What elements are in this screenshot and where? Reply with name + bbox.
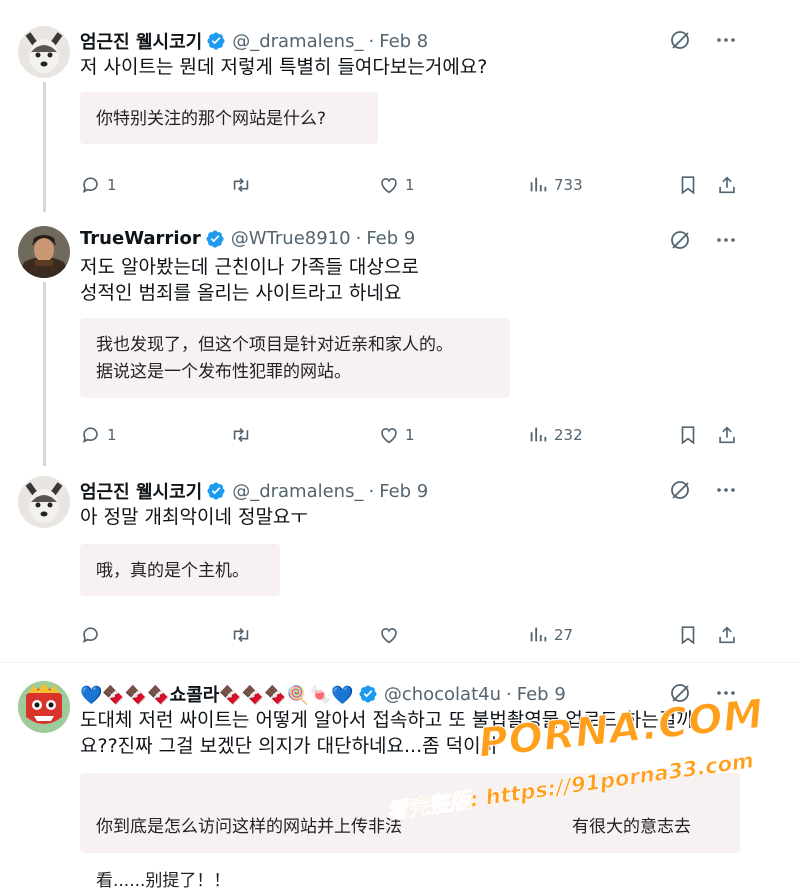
tweet-text: 저 사이트는 뭔데 저렇게 특별히 들여다보는거에요?: [80, 56, 488, 78]
reply-count: 1: [107, 176, 117, 194]
tweet[interactable]: TrueWarrior @WTrue8910 · Feb 9 저도 알아봤는데 …: [0, 208, 800, 466]
translation-line-2: 看......别提了！！: [96, 871, 231, 891]
avatar[interactable]: [18, 681, 70, 733]
views-button[interactable]: 733: [527, 174, 583, 196]
verified-badge-icon: [205, 229, 225, 249]
separator: ·: [368, 30, 375, 52]
user-handle[interactable]: @chocolat4u: [384, 684, 501, 705]
like-count: 1: [405, 176, 415, 194]
translation-box: 哦，真的是个主机。: [80, 544, 280, 596]
more-options-icon[interactable]: [714, 228, 738, 252]
tweet-actions: 1 1 733: [80, 174, 740, 198]
tweet-date[interactable]: Feb 9: [366, 228, 415, 249]
view-count: 232: [554, 426, 583, 444]
like-count: 1: [405, 426, 415, 444]
verified-badge-icon: [206, 31, 226, 51]
verified-badge-icon: [206, 481, 226, 501]
tweet-header: 엄근진 웰시코기 @_dramalens_ · Feb 8: [80, 28, 428, 54]
bookmark-button[interactable]: [677, 424, 699, 446]
share-button[interactable]: [716, 624, 738, 646]
tweet-actions: 27: [80, 624, 740, 648]
translation-line-1: 你到底是怎么访问这样的网站并上传非法: [96, 817, 402, 837]
reply-button[interactable]: [80, 624, 107, 646]
reply-count: 1: [107, 426, 117, 444]
tweet-date[interactable]: Feb 8: [379, 31, 428, 52]
display-name[interactable]: 💙🍫🍫🍫쇼콜라🍫🍫🍫🍭🍬💙: [80, 681, 354, 707]
grok-icon[interactable]: [668, 228, 692, 252]
avatar[interactable]: [18, 226, 70, 278]
like-button[interactable]: 1: [378, 424, 415, 446]
user-handle[interactable]: @_dramalens_: [232, 31, 363, 52]
translation-box: 我也发现了，但这个项目是针对近亲和家人的。 据说这是一个发布性犯罪的网站。: [80, 318, 510, 398]
bookmark-button[interactable]: [677, 174, 699, 196]
avatar[interactable]: [18, 476, 70, 528]
user-handle[interactable]: @WTrue8910: [231, 228, 351, 249]
translation-box: 你特别关注的那个网站是什么?: [80, 92, 378, 144]
avatar[interactable]: [18, 26, 70, 78]
tweet-date[interactable]: Feb 9: [379, 481, 428, 502]
tweet[interactable]: 엄근진 웰시코기 @_dramalens_ · Feb 9 아 정말 개최악이네…: [0, 458, 800, 660]
reply-button[interactable]: 1: [80, 174, 117, 196]
tweet-text: 저도 알아봤는데 근친이나 가족들 대상으로 성적인 범죄를 올리는 사이트라고…: [80, 256, 419, 304]
grok-icon[interactable]: [668, 478, 692, 502]
views-button[interactable]: 27: [527, 624, 573, 646]
share-button[interactable]: [716, 174, 738, 196]
translation-line-1-end: 有很大的意志去: [572, 817, 691, 837]
retweet-button[interactable]: [230, 624, 257, 646]
tweet-actions: 1 1 232: [80, 424, 740, 448]
like-button[interactable]: 1: [378, 174, 415, 196]
display-name[interactable]: 엄근진 웰시코기: [80, 28, 202, 54]
thread-line: [43, 282, 46, 466]
retweet-button[interactable]: [230, 424, 257, 446]
more-options-icon[interactable]: [714, 478, 738, 502]
tweet-header: 💙🍫🍫🍫쇼콜라🍫🍫🍫🍭🍬💙 @chocolat4u · Feb 9: [80, 681, 566, 707]
grok-icon[interactable]: [668, 28, 692, 52]
reply-button[interactable]: 1: [80, 424, 117, 446]
tweet-text: 아 정말 개최악이네 정말요ㅜ: [80, 506, 308, 528]
tweet-date[interactable]: Feb 9: [517, 684, 566, 705]
user-handle[interactable]: @_dramalens_: [232, 481, 363, 502]
separator: ·: [368, 480, 375, 502]
bookmark-button[interactable]: [677, 624, 699, 646]
share-button[interactable]: [716, 424, 738, 446]
view-count: 733: [554, 176, 583, 194]
like-button[interactable]: [378, 624, 405, 646]
more-options-icon[interactable]: [714, 28, 738, 52]
display-name[interactable]: 엄근진 웰시코기: [80, 478, 202, 504]
retweet-button[interactable]: [230, 174, 257, 196]
view-count: 27: [554, 626, 574, 644]
separator: ·: [506, 683, 512, 705]
separator: ·: [355, 228, 362, 249]
thread-line: [43, 82, 46, 212]
tweet[interactable]: 엄근진 웰시코기 @_dramalens_ · Feb 8 저 사이트는 뭔데 …: [0, 0, 800, 212]
tweet-header: 엄근진 웰시코기 @_dramalens_ · Feb 9: [80, 478, 428, 504]
verified-badge-icon: [358, 684, 378, 704]
views-button[interactable]: 232: [527, 424, 583, 446]
tweet-header: TrueWarrior @WTrue8910 · Feb 9: [80, 228, 415, 249]
display-name[interactable]: TrueWarrior: [80, 228, 201, 249]
